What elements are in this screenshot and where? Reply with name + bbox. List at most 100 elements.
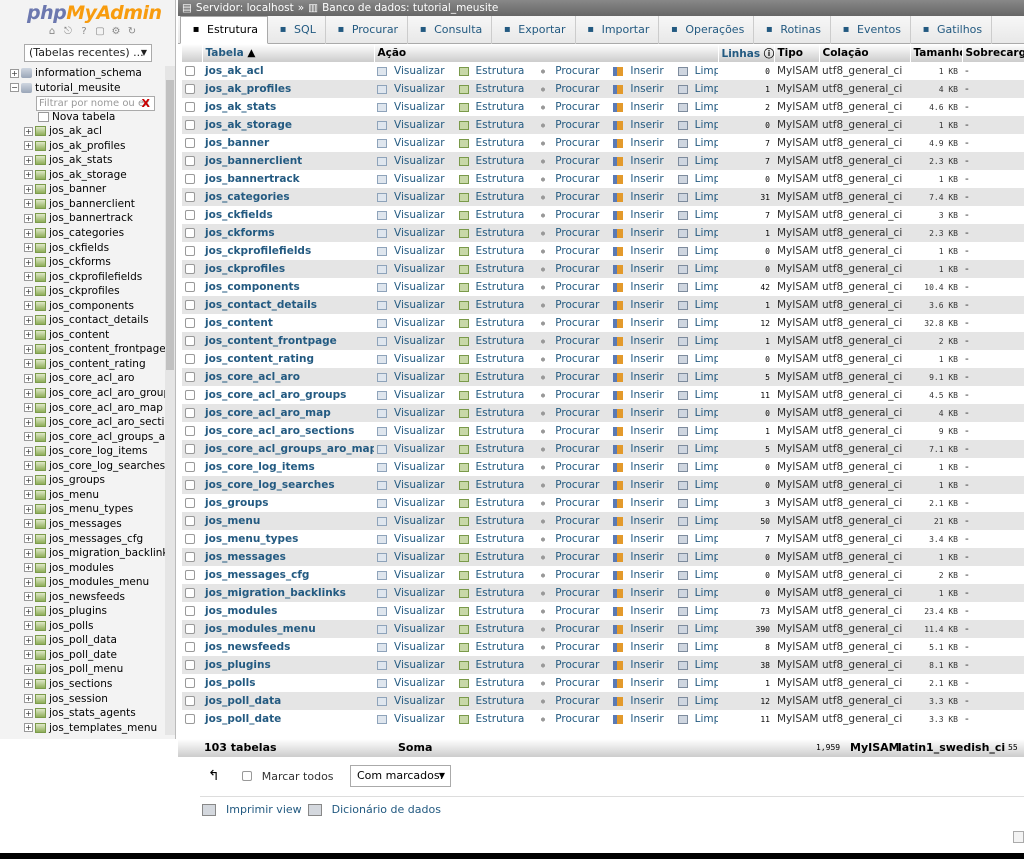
- breadcrumb-server[interactable]: Servidor: localhost: [196, 2, 294, 14]
- tree-table-name[interactable]: jos_content_rating: [49, 358, 146, 370]
- tree-table-name[interactable]: jos_ckforms: [49, 256, 111, 268]
- table-name-link[interactable]: jos_components: [202, 278, 374, 296]
- empty-action[interactable]: Limpar: [677, 299, 718, 311]
- row-checkbox[interactable]: [185, 192, 195, 202]
- tree-table-item[interactable]: + jos_menu_types: [10, 502, 168, 517]
- structure-action[interactable]: Estrutura: [458, 101, 532, 113]
- browse-action[interactable]: Visualizar: [377, 353, 452, 365]
- table-name-link[interactable]: jos_ckprofilefields: [202, 242, 374, 260]
- tree-table-item[interactable]: + jos_newsfeeds: [10, 590, 168, 605]
- table-name-link[interactable]: jos_core_log_items: [202, 458, 374, 476]
- row-checkbox[interactable]: [185, 174, 195, 184]
- expand-icon[interactable]: +: [24, 155, 33, 165]
- nav-scrollbar[interactable]: [165, 66, 175, 735]
- tree-table-name[interactable]: jos_banner: [49, 183, 106, 195]
- recent-tables-select[interactable]: (Tabelas recentes) ... ▼: [24, 44, 152, 62]
- search-action[interactable]: Procurar: [538, 407, 606, 419]
- insert-action[interactable]: Inserir: [613, 389, 670, 401]
- row-checkbox[interactable]: [185, 210, 195, 220]
- table-name-link[interactable]: jos_groups: [202, 494, 374, 512]
- expand-icon[interactable]: +: [24, 373, 33, 383]
- db-name[interactable]: tutorial_meusite: [35, 82, 120, 94]
- expand-icon[interactable]: +: [24, 199, 33, 209]
- expand-icon[interactable]: +: [24, 272, 33, 282]
- empty-action[interactable]: Limpar: [677, 83, 718, 95]
- tree-table-name[interactable]: jos_poll_menu: [49, 663, 123, 675]
- browse-action[interactable]: Visualizar: [377, 101, 452, 113]
- structure-action[interactable]: Estrutura: [458, 479, 532, 491]
- table-name-link[interactable]: jos_ak_stats: [202, 98, 374, 116]
- tree-table-item[interactable]: + jos_core_acl_groups_aro_map: [10, 430, 168, 445]
- insert-action[interactable]: Inserir: [613, 317, 670, 329]
- structure-action[interactable]: Estrutura: [458, 137, 532, 149]
- insert-action[interactable]: Inserir: [613, 209, 670, 221]
- expand-icon[interactable]: +: [24, 417, 33, 427]
- row-checkbox[interactable]: [185, 624, 195, 634]
- tree-table-item[interactable]: + jos_ak_storage: [10, 168, 168, 183]
- db-node[interactable]: + information_schema: [10, 66, 168, 81]
- tab-eventos[interactable]: ▪ Eventos: [831, 16, 911, 44]
- table-name-link[interactable]: jos_ckfields: [202, 206, 374, 224]
- browse-action[interactable]: Visualizar: [377, 83, 452, 95]
- structure-action[interactable]: Estrutura: [458, 263, 532, 275]
- browse-action[interactable]: Visualizar: [377, 551, 452, 563]
- browse-action[interactable]: Visualizar: [377, 443, 452, 455]
- empty-action[interactable]: Limpar: [677, 569, 718, 581]
- tree-table-item[interactable]: + jos_banner: [10, 182, 168, 197]
- search-action[interactable]: Procurar: [538, 335, 606, 347]
- browse-action[interactable]: Visualizar: [377, 479, 452, 491]
- row-checkbox[interactable]: [185, 642, 195, 652]
- insert-action[interactable]: Inserir: [613, 83, 670, 95]
- search-action[interactable]: Procurar: [538, 659, 606, 671]
- search-action[interactable]: Procurar: [538, 137, 606, 149]
- browse-action[interactable]: Visualizar: [377, 569, 452, 581]
- empty-action[interactable]: Limpar: [677, 119, 718, 131]
- structure-action[interactable]: Estrutura: [458, 659, 532, 671]
- empty-action[interactable]: Limpar: [677, 281, 718, 293]
- expand-icon[interactable]: +: [24, 723, 33, 733]
- structure-action[interactable]: Estrutura: [458, 551, 532, 563]
- browse-action[interactable]: Visualizar: [377, 245, 452, 257]
- browse-action[interactable]: Visualizar: [377, 65, 452, 77]
- data-dictionary-link[interactable]: Dicionário de dados: [332, 803, 441, 816]
- structure-action[interactable]: Estrutura: [458, 425, 532, 437]
- table-filter-input[interactable]: Filtrar por nome ou ex X: [36, 96, 155, 111]
- tree-table-item[interactable]: + jos_migration_backlinks: [10, 546, 168, 561]
- empty-action[interactable]: Limpar: [677, 443, 718, 455]
- expand-icon[interactable]: +: [24, 301, 33, 311]
- structure-action[interactable]: Estrutura: [458, 461, 532, 473]
- row-checkbox[interactable]: [185, 102, 195, 112]
- search-action[interactable]: Procurar: [538, 713, 606, 725]
- browse-action[interactable]: Visualizar: [377, 605, 452, 617]
- expand-icon[interactable]: +: [24, 548, 33, 558]
- tree-table-item[interactable]: + jos_templates_menu: [10, 721, 168, 736]
- table-name-link[interactable]: jos_poll_date: [202, 710, 374, 728]
- table-name-link[interactable]: jos_ak_acl: [202, 62, 374, 80]
- browse-action[interactable]: Visualizar: [377, 407, 452, 419]
- table-name-link[interactable]: jos_core_acl_aro_map: [202, 404, 374, 422]
- structure-action[interactable]: Estrutura: [458, 677, 532, 689]
- insert-action[interactable]: Inserir: [613, 605, 670, 617]
- row-checkbox[interactable]: [185, 246, 195, 256]
- search-action[interactable]: Procurar: [538, 119, 606, 131]
- tree-table-name[interactable]: jos_core_log_items: [49, 445, 148, 457]
- browse-action[interactable]: Visualizar: [377, 263, 452, 275]
- empty-action[interactable]: Limpar: [677, 389, 718, 401]
- insert-action[interactable]: Inserir: [613, 623, 670, 635]
- empty-action[interactable]: Limpar: [677, 371, 718, 383]
- empty-action[interactable]: Limpar: [677, 101, 718, 113]
- tree-table-name[interactable]: jos_ckprofiles: [49, 285, 120, 297]
- browse-action[interactable]: Visualizar: [377, 533, 452, 545]
- tree-table-name[interactable]: jos_templates_menu: [49, 722, 157, 734]
- search-action[interactable]: Procurar: [538, 191, 606, 203]
- tree-table-name[interactable]: jos_ak_acl: [49, 125, 102, 137]
- expand-icon[interactable]: +: [24, 563, 33, 573]
- tab-procurar[interactable]: ▪ Procurar: [326, 16, 409, 44]
- structure-action[interactable]: Estrutura: [458, 227, 532, 239]
- sort-by-rows-link[interactable]: Linhas: [722, 48, 761, 60]
- row-checkbox[interactable]: [185, 282, 195, 292]
- db-node[interactable]: − tutorial_meusite: [10, 81, 168, 96]
- structure-action[interactable]: Estrutura: [458, 173, 532, 185]
- expand-icon[interactable]: +: [24, 519, 33, 529]
- tree-table-name[interactable]: jos_ak_stats: [49, 154, 112, 166]
